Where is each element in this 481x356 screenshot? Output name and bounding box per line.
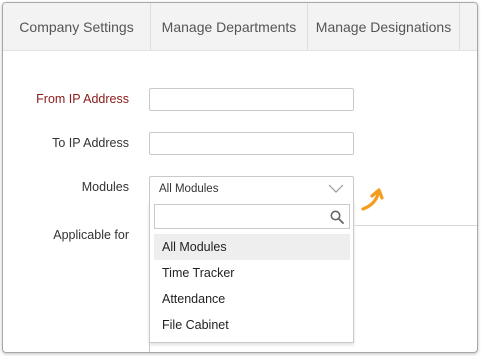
settings-panel: Company Settings Manage Departments Mana… [2, 2, 478, 353]
section-divider [355, 225, 477, 226]
search-icon [330, 210, 344, 224]
modules-select[interactable]: All Modules [149, 176, 354, 201]
dropdown-search-input[interactable] [155, 205, 325, 227]
option-file-cabinet[interactable]: File Cabinet [154, 312, 350, 338]
tab-manage-designations[interactable]: Manage Designations [308, 3, 460, 50]
option-attendance[interactable]: Attendance [154, 286, 350, 312]
chevron-down-icon[interactable] [328, 184, 344, 194]
applicable-for-label: Applicable for [53, 228, 129, 242]
modules-dropdown: All Modules Time Tracker Attendance File… [149, 200, 354, 343]
tab-bar: Company Settings Manage Departments Mana… [3, 3, 477, 51]
option-time-tracker[interactable]: Time Tracker [154, 260, 350, 286]
modules-label: Modules [81, 180, 129, 194]
tab-manage-departments[interactable]: Manage Departments [151, 3, 308, 50]
tab-company-settings[interactable]: Company Settings [3, 3, 151, 50]
field-border-continuation [149, 343, 150, 352]
pointer-arrow-icon [361, 188, 384, 211]
option-all-modules[interactable]: All Modules [154, 234, 350, 260]
from-ip-label: From IP Address [36, 92, 129, 106]
to-ip-input[interactable] [149, 132, 354, 155]
modules-select-value: All Modules [159, 183, 219, 195]
to-ip-label: To IP Address [52, 136, 129, 150]
dropdown-search [154, 204, 350, 229]
from-ip-input[interactable] [149, 88, 354, 111]
